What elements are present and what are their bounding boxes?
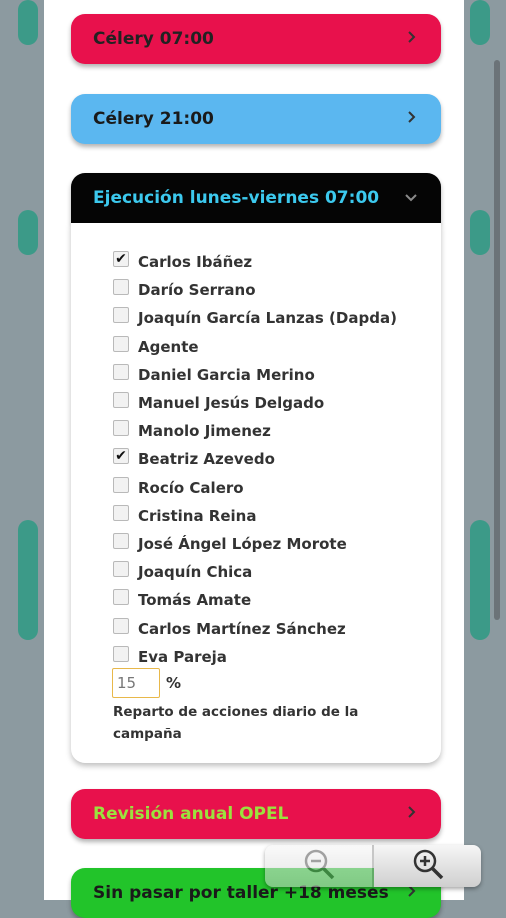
percent-sign: % bbox=[166, 674, 182, 692]
checkbox[interactable] bbox=[113, 420, 129, 437]
agent-checkbox-row[interactable]: Agente bbox=[113, 333, 397, 361]
agent-name: Joaquín García Lanzas (Dapda) bbox=[138, 309, 397, 328]
agent-name: Carlos Ibáñez bbox=[138, 253, 253, 272]
checkbox[interactable] bbox=[113, 589, 129, 606]
zoom-in-button[interactable] bbox=[374, 845, 481, 887]
accordion-label: Ejecución lunes-viernes 07:00 bbox=[93, 188, 380, 208]
accordion-ejecucion-lunes-viernes[interactable]: Ejecución lunes-viernes 07:00 bbox=[71, 173, 441, 223]
accordion-celery-0700[interactable]: Célery 07:00 bbox=[71, 14, 441, 64]
agent-checkbox-row[interactable]: ✔ Carlos Ibáñez bbox=[113, 248, 397, 276]
scrollbar[interactable] bbox=[494, 60, 500, 620]
agent-name: José Ángel López Morote bbox=[138, 534, 347, 553]
zoom-out-button[interactable] bbox=[265, 845, 374, 887]
agent-name: Beatriz Azevedo bbox=[138, 450, 275, 469]
chevron-right-icon bbox=[403, 111, 419, 127]
percent-input[interactable] bbox=[112, 668, 160, 698]
background-card bbox=[18, 210, 38, 255]
chevron-down-icon bbox=[403, 190, 419, 206]
agent-checkbox-row[interactable]: Joaquín Chica bbox=[113, 558, 397, 586]
checkbox[interactable] bbox=[113, 476, 129, 493]
checkbox[interactable] bbox=[113, 363, 129, 380]
agent-checkbox-row[interactable]: Darío Serrano bbox=[113, 276, 397, 304]
agent-name: Carlos Martínez Sánchez bbox=[138, 619, 346, 638]
agent-checkbox-row[interactable]: Rocío Calero bbox=[113, 474, 397, 502]
checkbox[interactable] bbox=[113, 504, 129, 521]
background-card bbox=[470, 0, 490, 45]
zoom-in-icon bbox=[411, 847, 445, 885]
chevron-right-icon bbox=[403, 806, 419, 822]
accordion-revision-anual-opel[interactable]: Revisión anual OPEL bbox=[71, 789, 441, 839]
agent-name: Agente bbox=[138, 337, 199, 356]
background-card bbox=[18, 520, 38, 640]
agent-name: Daniel Garcia Merino bbox=[138, 365, 315, 384]
background-card bbox=[470, 520, 490, 640]
checkbox[interactable] bbox=[113, 617, 129, 634]
agent-name: Manuel Jesús Delgado bbox=[138, 394, 325, 413]
agent-checkbox-row[interactable]: Cristina Reina bbox=[113, 502, 397, 530]
checkbox[interactable] bbox=[113, 645, 129, 662]
agent-checkbox-row[interactable]: Eva Pareja bbox=[113, 643, 397, 671]
accordion-content: ✔ Carlos Ibáñez Darío Serrano Joaquín Garcí… bbox=[71, 223, 441, 763]
checkbox[interactable] bbox=[113, 392, 129, 409]
checkbox-checked[interactable]: ✔ bbox=[113, 448, 129, 465]
checkbox[interactable] bbox=[113, 532, 129, 549]
agent-checkbox-row[interactable]: José Ángel López Morote bbox=[113, 530, 397, 558]
agent-checkbox-list: ✔ Carlos Ibáñez Darío Serrano Joaquín Garcí… bbox=[113, 248, 397, 671]
agent-name: Tomás Amate bbox=[138, 591, 252, 610]
agent-checkbox-row[interactable]: Manuel Jesús Delgado bbox=[113, 389, 397, 417]
agent-name: Cristina Reina bbox=[138, 506, 257, 525]
agent-name: Manolo Jimenez bbox=[138, 422, 271, 441]
chevron-right-icon bbox=[403, 31, 419, 47]
agent-checkbox-row[interactable]: Manolo Jimenez bbox=[113, 417, 397, 445]
accordion-label: Célery 21:00 bbox=[93, 109, 214, 129]
agent-checkbox-row[interactable]: Joaquín García Lanzas (Dapda) bbox=[113, 304, 397, 332]
accordion-label: Revisión anual OPEL bbox=[93, 804, 289, 824]
agent-checkbox-row[interactable]: ✔ Beatriz Azevedo bbox=[113, 445, 397, 473]
agent-name: Joaquín Chica bbox=[138, 563, 253, 582]
agent-checkbox-row[interactable]: Carlos Martínez Sánchez bbox=[113, 614, 397, 642]
percent-row: % bbox=[112, 668, 181, 698]
checkbox[interactable] bbox=[113, 561, 129, 578]
checkbox[interactable] bbox=[113, 335, 129, 352]
chevron-right-icon bbox=[403, 885, 419, 901]
agent-name: Rocío Calero bbox=[138, 478, 244, 497]
background-card bbox=[470, 210, 490, 255]
agent-checkbox-row[interactable]: Tomás Amate bbox=[113, 586, 397, 614]
agent-checkbox-row[interactable]: Daniel Garcia Merino bbox=[113, 361, 397, 389]
accordion-label: Célery 07:00 bbox=[93, 29, 214, 49]
percent-help-text: Reparto de acciones diario de la campaña bbox=[113, 704, 359, 742]
zoom-control bbox=[265, 845, 481, 887]
agent-name: Darío Serrano bbox=[138, 281, 256, 300]
background-card bbox=[18, 0, 38, 45]
accordion-celery-2100[interactable]: Célery 21:00 bbox=[71, 94, 441, 144]
checkbox-checked[interactable]: ✔ bbox=[113, 251, 129, 268]
agent-name: Eva Pareja bbox=[138, 647, 227, 666]
checkbox[interactable] bbox=[113, 279, 129, 296]
zoom-out-icon bbox=[302, 847, 336, 885]
checkbox[interactable] bbox=[113, 307, 129, 324]
